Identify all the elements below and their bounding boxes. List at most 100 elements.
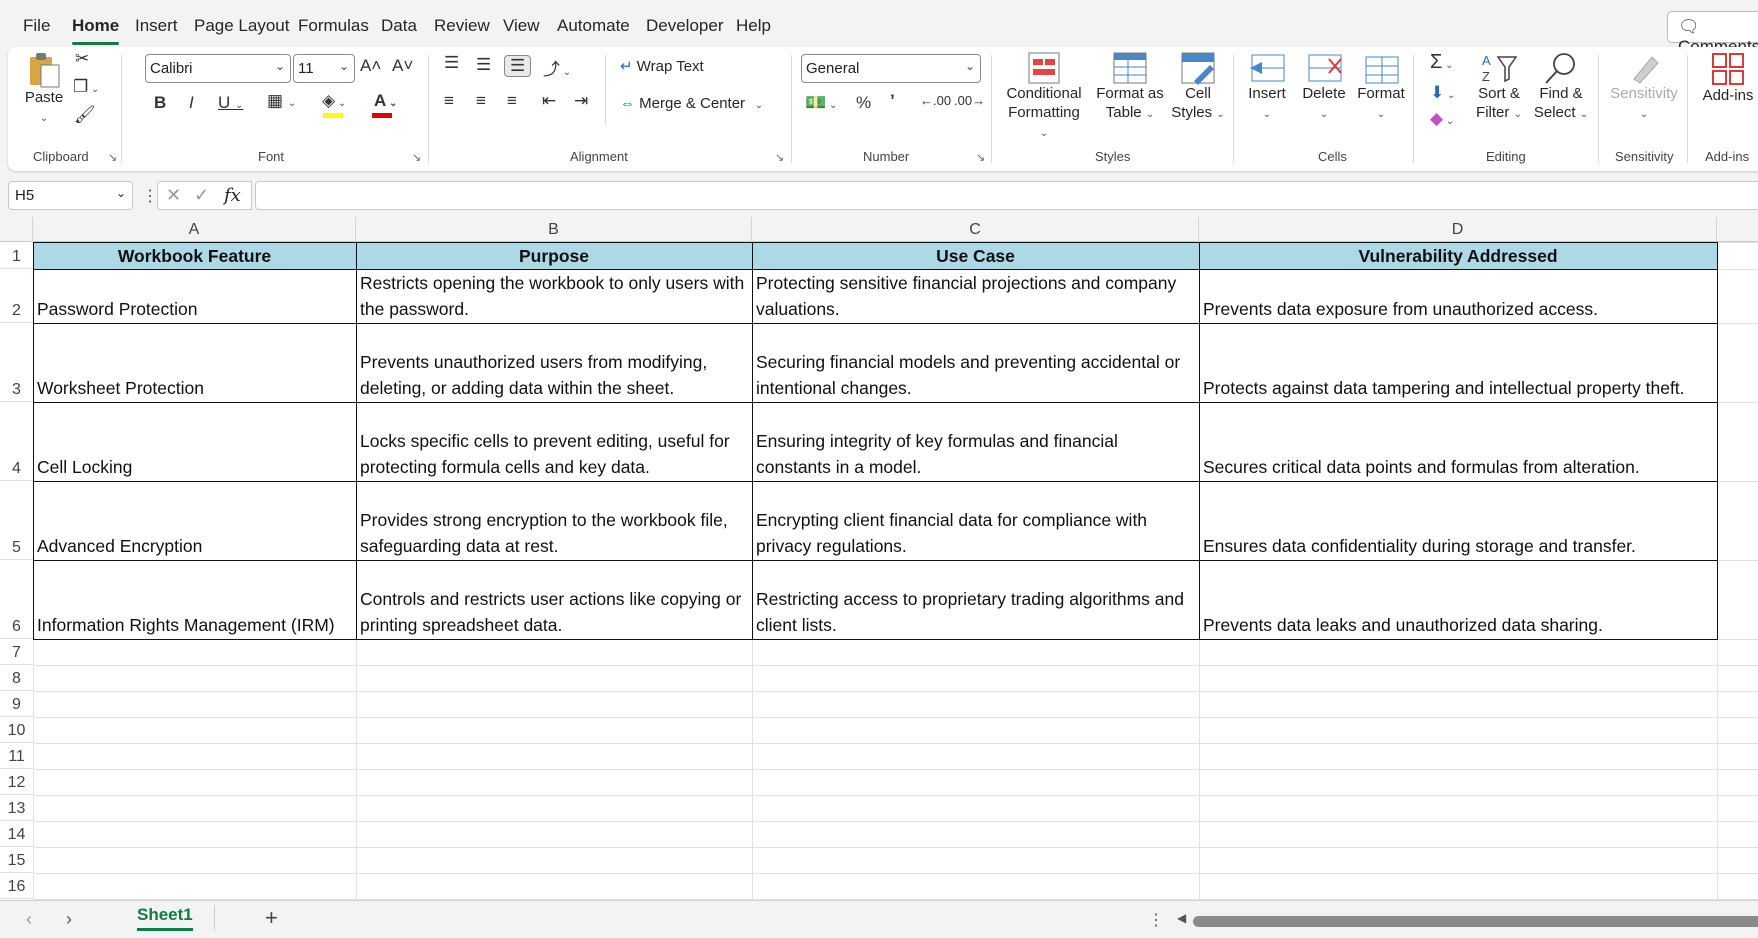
menu-home[interactable]: Home [72,16,120,45]
cut-icon[interactable]: ✂ [75,49,89,69]
insert-cells-button[interactable]: Insert ⌄ [1245,51,1289,123]
row-header-11[interactable]: 11 [0,743,33,769]
table-cell[interactable]: Ensuring integrity of key formulas and f… [752,402,1199,481]
align-left-icon[interactable]: ≡ [444,91,454,111]
increase-decimal-icon[interactable]: ←.00 [920,93,951,108]
bottom-align-icon[interactable]: ☰ [504,55,532,77]
row-header-4[interactable]: 4 [0,402,33,481]
row-header-16[interactable]: 16 [0,873,33,899]
header-cell-a[interactable]: Workbook Feature [33,242,356,269]
row-header-14[interactable]: 14 [0,821,33,847]
table-cell[interactable]: Prevents data leaks and unauthorized dat… [1199,560,1717,639]
dialog-launcher-icon[interactable]: ↘ [412,151,421,164]
row-header-2[interactable]: 2 [0,269,33,323]
menu-data[interactable]: Data [381,16,417,36]
table-cell[interactable]: Provides strong encryption to the workbo… [356,481,752,560]
column-header-b[interactable]: B [356,217,752,242]
scroll-right-icon[interactable]: › [66,909,72,930]
table-cell[interactable]: Encrypting client financial data for com… [752,481,1199,560]
column-header-e[interactable] [1717,217,1758,242]
increase-font-size-icon[interactable]: A˄ [360,56,381,76]
find-select-button[interactable]: Find & Select ⌄ [1533,51,1589,123]
decrease-indent-icon[interactable]: ⇤ [542,91,556,111]
sensitivity-button[interactable]: Sensitivity ⌄ [1609,51,1679,123]
conditional-formatting-button[interactable]: Conditional Formatting ⌄ [1003,51,1085,141]
increase-indent-icon[interactable]: ⇥ [574,91,588,111]
row-header-5[interactable]: 5 [0,481,33,560]
add-ins-button[interactable]: Add-ins [1698,51,1758,106]
row-header-15[interactable]: 15 [0,847,33,873]
table-cell[interactable]: Secures critical data points and formula… [1199,402,1717,481]
table-cell[interactable]: Protecting sensitive financial projectio… [752,269,1199,323]
menu-page-layout[interactable]: Page Layout [194,16,289,36]
fill-icon[interactable]: ⬇ ⌄ [1430,83,1455,103]
scroll-left-arrow-icon[interactable]: ◀ [1177,911,1186,925]
header-cell-c[interactable]: Use Case [752,242,1199,269]
format-cells-button[interactable]: Format ⌄ [1353,51,1409,123]
merge-center-button[interactable]: ⇔ Merge & Center ⌄ [620,95,763,114]
top-align-icon[interactable]: ☰ [444,53,459,73]
bold-icon[interactable]: B [154,93,166,113]
font-size-dropdown[interactable]: 11 ⌄ [293,54,355,83]
table-cell[interactable]: Ensures data confidentiality during stor… [1199,481,1717,560]
table-cell[interactable]: Protects against data tampering and inte… [1199,323,1717,402]
format-painter-icon[interactable]: 🖌 [74,105,96,125]
dialog-launcher-icon[interactable]: ↘ [976,151,985,164]
font-name-dropdown[interactable]: Calibri ⌄ [145,54,291,83]
table-cell[interactable]: Restricting access to proprietary tradin… [752,560,1199,639]
row-header-1[interactable]: 1 [0,242,33,269]
row-header-8[interactable]: 8 [0,665,33,691]
paste-button[interactable]: Paste ⌄ [22,51,66,127]
comma-style-icon[interactable]: ’ [890,91,895,111]
underline-icon[interactable]: U ⌄ [218,93,243,113]
row-header-6[interactable]: 6 [0,560,33,639]
table-cell[interactable]: Locks specific cells to prevent editing,… [356,402,752,481]
scroll-left-icon[interactable]: ‹ [26,909,32,930]
enter-icon[interactable]: ✓ [194,185,209,206]
copy-icon[interactable]: ❐ ⌄ [73,77,99,97]
table-cell[interactable]: Controls and restricts user actions like… [356,560,752,639]
cancel-icon[interactable]: ✕ [166,185,181,206]
autosum-icon[interactable]: Σ ⌄ [1430,51,1454,74]
menu-automate[interactable]: Automate [557,16,630,36]
table-cell[interactable]: Password Protection [33,269,356,323]
name-box[interactable]: H5 ⌄ [8,181,133,210]
table-cell[interactable]: Cell Locking [33,402,356,481]
clear-icon[interactable]: ◆ ⌄ [1430,109,1454,129]
column-header-a[interactable]: A [33,217,356,242]
column-header-c[interactable]: C [752,217,1199,242]
menu-formulas[interactable]: Formulas [298,16,369,36]
decrease-font-size-icon[interactable]: A˅ [392,56,413,76]
middle-align-icon[interactable]: ☰ [476,55,491,75]
add-sheet-button[interactable]: + [265,905,278,931]
formula-input[interactable] [255,181,1758,210]
insert-function-icon[interactable]: fx [224,185,241,206]
comments-button[interactable]: 🗨 Comments [1667,11,1758,56]
table-cell[interactable]: Restricts opening the workbook to only u… [356,269,752,323]
header-cell-d[interactable]: Vulnerability Addressed [1199,242,1717,269]
borders-icon[interactable]: ▦ ⌄ [267,91,296,111]
cell-styles-button[interactable]: Cell Styles ⌄ [1168,51,1228,123]
fill-color-icon[interactable]: ◈ ⌄ [322,91,346,111]
wrap-text-button[interactable]: ↵ Wrap Text [620,58,704,77]
row-header-9[interactable]: 9 [0,691,33,717]
format-as-table-button[interactable]: Format as Table ⌄ [1095,51,1165,123]
table-cell[interactable]: Worksheet Protection [33,323,356,402]
more-options-icon[interactable]: ⋮ [1148,910,1164,930]
menu-file[interactable]: File [23,16,50,36]
decrease-decimal-icon[interactable]: .00→ [954,93,985,108]
table-cell[interactable]: Prevents unauthorized users from modifyi… [356,323,752,402]
table-cell[interactable]: Advanced Encryption [33,481,356,560]
table-cell[interactable]: Securing financial models and preventing… [752,323,1199,402]
menu-view[interactable]: View [503,16,540,36]
menu-help[interactable]: Help [736,16,771,36]
dialog-launcher-icon[interactable]: ↘ [775,151,784,164]
align-right-icon[interactable]: ≡ [507,91,517,111]
menu-insert[interactable]: Insert [135,16,178,36]
row-header-13[interactable]: 13 [0,795,33,821]
header-cell-b[interactable]: Purpose [356,242,752,269]
row-header-3[interactable]: 3 [0,323,33,402]
percent-style-icon[interactable]: % [856,93,871,113]
menu-developer[interactable]: Developer [646,16,724,36]
number-format-dropdown[interactable]: General ⌄ [801,54,981,83]
